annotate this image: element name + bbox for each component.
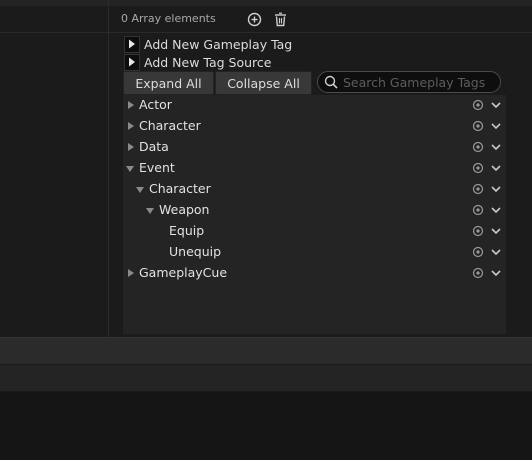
tag-label: Unequip: [169, 244, 222, 259]
tag-source-icon[interactable]: [472, 162, 484, 174]
expand-arrow-icon[interactable]: [128, 101, 134, 109]
tag-row[interactable]: Actor: [123, 95, 506, 116]
expand-arrow-icon[interactable]: [128, 143, 134, 151]
chevron-down-icon[interactable]: [490, 246, 502, 258]
add-new-tag-source-label: Add New Tag Source: [144, 54, 272, 70]
expand-all-label: Expand All: [135, 75, 202, 91]
tag-source-icon[interactable]: [472, 225, 484, 237]
add-circle-icon: [247, 12, 261, 26]
chevron-down-icon[interactable]: [490, 120, 502, 132]
chevron-down-icon[interactable]: [490, 225, 502, 237]
tag-source-icon[interactable]: [472, 141, 484, 153]
search-box[interactable]: [317, 71, 501, 93]
tag-label: Equip: [169, 223, 205, 238]
collapse-all-button[interactable]: Collapse All: [215, 71, 312, 95]
tag-label: Event: [139, 160, 175, 175]
add-element-button[interactable]: [246, 11, 262, 27]
tag-source-icon[interactable]: [472, 204, 484, 216]
tag-source-icon[interactable]: [472, 99, 484, 111]
add-new-gameplay-tag-label: Add New Gameplay Tag: [144, 36, 293, 52]
tag-source-icon[interactable]: [472, 183, 484, 195]
tag-label: Character: [139, 118, 201, 133]
delete-all-button[interactable]: [272, 11, 288, 27]
expand-arrow-icon[interactable]: [128, 122, 134, 130]
tag-row[interactable]: Character: [123, 116, 506, 137]
add-new-tag-source[interactable]: Add New Tag Source: [124, 53, 272, 71]
search-input[interactable]: [343, 74, 493, 90]
collapse-arrow-icon[interactable]: [136, 187, 144, 193]
array-row: [0, 6, 532, 33]
tag-source-icon[interactable]: [472, 246, 484, 258]
trash-icon: [274, 12, 286, 26]
chevron-down-icon[interactable]: [490, 267, 502, 279]
tag-label: Character: [149, 181, 211, 196]
array-count-label: 0 Array elements: [121, 12, 216, 25]
expand-arrow-icon: [124, 53, 140, 71]
chevron-down-icon[interactable]: [490, 183, 502, 195]
tag-row[interactable]: Data: [123, 137, 506, 158]
search-icon: [324, 75, 338, 89]
tag-row[interactable]: Equip: [123, 221, 506, 242]
collapse-arrow-icon[interactable]: [146, 208, 154, 214]
expand-all-button[interactable]: Expand All: [123, 71, 214, 95]
column-splitter[interactable]: [108, 0, 109, 337]
tag-label: GameplayCue: [139, 265, 228, 280]
tag-source-icon[interactable]: [472, 267, 484, 279]
chevron-down-icon[interactable]: [490, 162, 502, 174]
gameplay-tag-tree: Actor Character Data Event Character Weapon Eq…: [123, 95, 506, 334]
tag-label: Actor: [139, 97, 172, 112]
add-new-gameplay-tag[interactable]: Add New Gameplay Tag: [124, 35, 293, 53]
chevron-down-icon[interactable]: [490, 99, 502, 111]
tag-label: Data: [139, 139, 169, 154]
chevron-down-icon[interactable]: [490, 204, 502, 216]
tag-row[interactable]: Unequip: [123, 242, 506, 263]
tag-row[interactable]: Weapon: [123, 200, 506, 221]
expand-arrow-icon: [124, 35, 140, 53]
collapse-all-label: Collapse All: [227, 75, 300, 91]
expand-arrow-icon[interactable]: [128, 269, 134, 277]
tag-row[interactable]: Character: [123, 179, 506, 200]
details-category-bar: [0, 364, 532, 392]
details-separator-bar: [0, 337, 532, 364]
tag-source-icon[interactable]: [472, 120, 484, 132]
tag-label: Weapon: [159, 202, 210, 217]
chevron-down-icon[interactable]: [490, 141, 502, 153]
tag-row[interactable]: GameplayCue: [123, 263, 506, 284]
collapse-arrow-icon[interactable]: [126, 166, 134, 172]
tag-row[interactable]: Event: [123, 158, 506, 179]
